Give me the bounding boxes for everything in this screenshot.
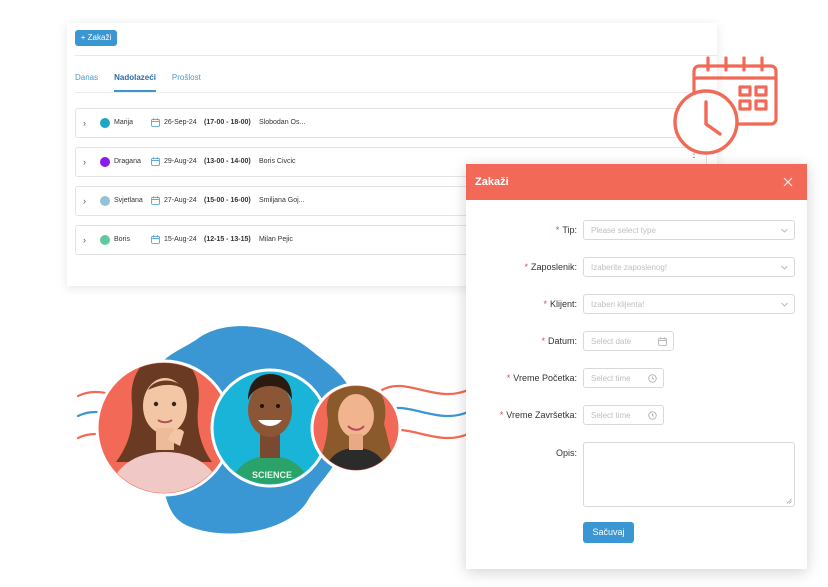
tip-label-text: Tip bbox=[562, 225, 575, 235]
employee-name: Smiljana Goj... bbox=[259, 197, 305, 204]
calendar-icon bbox=[151, 196, 160, 205]
calendar-icon bbox=[151, 157, 160, 166]
client-color-dot bbox=[100, 235, 110, 245]
datum-label-text: Datum bbox=[547, 336, 575, 346]
tip-placeholder: Please select type bbox=[591, 226, 656, 235]
datum-placeholder: Select date bbox=[591, 337, 632, 346]
tabs-divider bbox=[75, 92, 717, 93]
client-name: Svjetlana bbox=[114, 197, 143, 204]
zaposlenik-label: * Zaposlenik: bbox=[524, 262, 577, 272]
required-marker: * bbox=[555, 225, 560, 235]
tab-danas[interactable]: Danas bbox=[75, 73, 98, 93]
zaposlenik-placeholder: Izaberite zaposlenog! bbox=[591, 263, 668, 272]
tab-proslost[interactable]: Prošlost bbox=[172, 73, 201, 93]
vreme-zavrsetka-picker[interactable]: Select time bbox=[583, 405, 664, 425]
klijent-placeholder: Izaberi klijenta! bbox=[591, 300, 645, 309]
schedule-modal: Zakaži * Tip: Please select type * Zaposle… bbox=[466, 164, 807, 569]
clock-icon bbox=[648, 411, 657, 420]
chevron-down-icon bbox=[781, 265, 788, 270]
employee-name: Milan Pejic bbox=[259, 236, 293, 243]
vreme-pocetka-placeholder: Select time bbox=[591, 374, 631, 383]
appointment-date: 26-Sep-24 bbox=[164, 119, 197, 126]
required-marker: * bbox=[543, 299, 547, 309]
calendar-icon bbox=[151, 118, 160, 127]
modal-title: Zakaži bbox=[475, 176, 509, 188]
client-name: Marija bbox=[114, 119, 134, 126]
required-marker: * bbox=[506, 373, 511, 383]
required-marker: * bbox=[499, 410, 504, 420]
klijent-label-text: Klijent bbox=[549, 299, 575, 309]
appointment-date: 27-Aug-24 bbox=[164, 197, 197, 204]
employee-name: Slobodan Os... bbox=[259, 119, 306, 126]
appointment-time: (17-00 - 18-00) bbox=[204, 119, 251, 126]
add-appointment-button[interactable]: + Zakaži bbox=[75, 30, 117, 46]
chevron-right-icon[interactable]: › bbox=[83, 157, 91, 167]
chevron-right-icon[interactable]: › bbox=[83, 118, 91, 128]
modal-header: Zakaži bbox=[466, 164, 807, 200]
close-icon[interactable] bbox=[781, 175, 795, 189]
zaposlenik-select[interactable]: Izaberite zaposlenog! bbox=[583, 257, 795, 277]
tip-select[interactable]: Please select type bbox=[583, 220, 795, 240]
vreme-pocetka-picker[interactable]: Select time bbox=[583, 368, 664, 388]
appointment-date: 15-Aug-24 bbox=[164, 236, 197, 243]
tab-nadolazeci[interactable]: Nadolazeći bbox=[114, 73, 156, 93]
opis-label: Opis: bbox=[555, 448, 577, 458]
appointment-row[interactable]: › Marija 26-Sep-24 (17-00 - 18-00) Slobo… bbox=[75, 108, 707, 138]
client-color-dot bbox=[100, 196, 110, 206]
opis-label-text: Opis bbox=[555, 448, 575, 458]
shirt-text: SCIENCE bbox=[252, 470, 292, 480]
save-button[interactable]: Sačuvaj bbox=[583, 522, 634, 543]
required-marker: * bbox=[541, 336, 545, 346]
calendar-clock-icon bbox=[673, 56, 778, 155]
chevron-down-icon bbox=[781, 302, 788, 307]
client-name: Boris bbox=[114, 236, 130, 243]
calendar-icon bbox=[151, 235, 160, 244]
klijent-select[interactable]: Izaberi klijenta! bbox=[583, 294, 795, 314]
required-marker: * bbox=[524, 262, 528, 272]
zaposlenik-label-text: Zaposlenik bbox=[530, 262, 575, 272]
vreme-zavrsetka-placeholder: Select time bbox=[591, 411, 631, 420]
vreme-pocetka-label: * Vreme Početka: bbox=[506, 373, 577, 383]
vreme-pocetka-label-text: Vreme Početka bbox=[513, 373, 575, 383]
appointment-time: (13-00 - 14-00) bbox=[204, 158, 251, 165]
client-color-dot bbox=[100, 157, 110, 167]
vreme-zavrsetka-label: * Vreme Završetka: bbox=[499, 410, 577, 420]
tip-label: * Tip: bbox=[555, 225, 577, 235]
datum-picker[interactable]: Select date bbox=[583, 331, 674, 351]
appointment-time: (12-15 - 13-15) bbox=[204, 236, 251, 243]
appointment-date: 29-Aug-24 bbox=[164, 158, 197, 165]
datum-label: * Datum: bbox=[541, 336, 577, 346]
chevron-down-icon bbox=[781, 228, 788, 233]
calendar-icon bbox=[658, 337, 667, 346]
team-illustration: SCIENCE bbox=[76, 326, 470, 534]
client-color-dot bbox=[100, 118, 110, 128]
resize-handle-icon[interactable] bbox=[786, 498, 792, 504]
client-name: Dragana bbox=[114, 158, 141, 165]
clock-icon bbox=[648, 374, 657, 383]
vreme-zavrsetka-label-text: Vreme Završetka bbox=[506, 410, 575, 420]
employee-name: Boris Civcic bbox=[259, 158, 296, 165]
klijent-label: * Klijent: bbox=[543, 299, 577, 309]
chevron-right-icon[interactable]: › bbox=[83, 196, 91, 206]
appointment-time: (15-00 - 16-00) bbox=[204, 197, 251, 204]
divider bbox=[75, 55, 717, 56]
opis-textarea[interactable] bbox=[583, 442, 795, 507]
tabs: Danas Nadolazeći Prošlost bbox=[75, 73, 217, 93]
chevron-right-icon[interactable]: › bbox=[83, 235, 91, 245]
